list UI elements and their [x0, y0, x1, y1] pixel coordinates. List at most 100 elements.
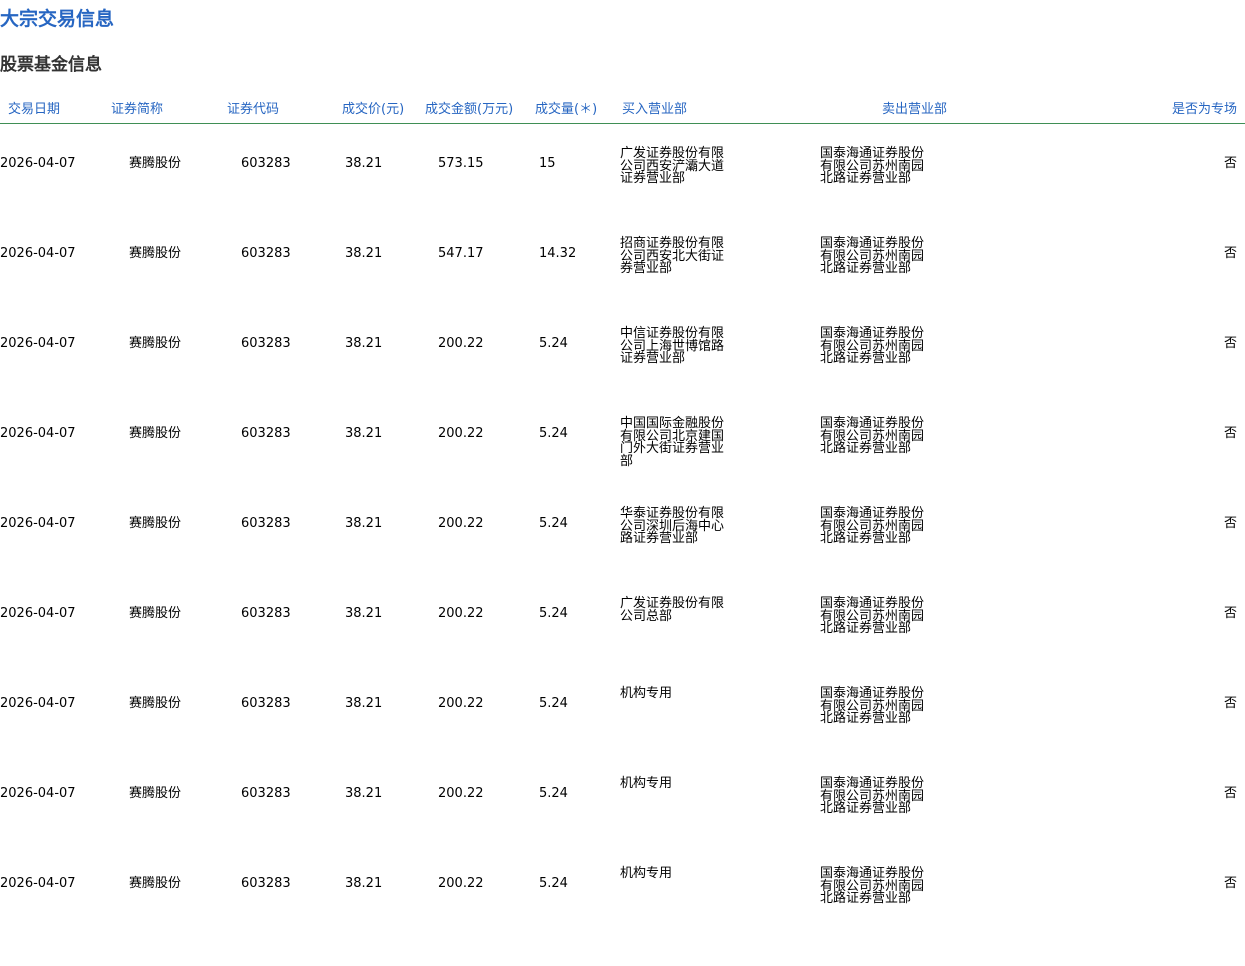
- cell-amount: 200.22: [438, 426, 484, 441]
- header-security-name[interactable]: 证券简称: [111, 98, 163, 117]
- cell-security-name: 赛腾股份: [129, 786, 182, 801]
- header-volume[interactable]: 成交量(＊): [535, 98, 597, 117]
- cell-price: 38.21: [345, 246, 383, 261]
- cell-seller: 国泰海通证券股份有限公司苏州南园北路证券营业部: [820, 326, 925, 366]
- cell-security-code: 603283: [241, 426, 291, 441]
- cell-security-code: 603283: [241, 786, 291, 801]
- header-security-code[interactable]: 证券代码: [227, 98, 279, 117]
- cell-trade-date: 2026-04-07: [0, 786, 76, 801]
- cell-security-name: 赛腾股份: [129, 336, 182, 351]
- cell-price: 38.21: [345, 606, 383, 621]
- table-row[interactable]: 2026-04-07 赛腾股份 603283 38.21 547.17 14.32 招商证券…: [0, 237, 1245, 336]
- cell-price: 38.21: [345, 696, 383, 711]
- cell-volume: 5.24: [539, 426, 568, 441]
- cell-security-name: 赛腾股份: [129, 516, 182, 531]
- cell-buyer: 中信证券股份有限公司上海世博馆路证券营业部: [620, 326, 725, 366]
- table-row[interactable]: 2026-04-07 赛腾股份 603283 38.21 200.22 5.24 机构专用 国…: [0, 777, 1245, 876]
- cell-seller: 国泰海通证券股份有限公司苏州南园北路证券营业部: [820, 506, 925, 546]
- cell-amount: 200.22: [438, 516, 484, 531]
- cell-security-name: 赛腾股份: [129, 156, 182, 171]
- cell-seller: 国泰海通证券股份有限公司苏州南园北路证券营业部: [820, 596, 925, 636]
- cell-security-name: 赛腾股份: [129, 246, 182, 261]
- cell-security-code: 603283: [241, 336, 291, 351]
- cell-buyer: 广发证券股份有限公司西安浐灞大道证券营业部: [620, 146, 725, 186]
- cell-trade-date: 2026-04-07: [0, 246, 76, 261]
- cell-volume: 5.24: [539, 876, 568, 891]
- header-special[interactable]: 是否为专场: [1172, 98, 1237, 117]
- cell-buyer: 机构专用: [620, 686, 673, 701]
- section-title: 股票基金信息: [0, 55, 102, 75]
- cell-volume: 5.24: [539, 786, 568, 801]
- cell-trade-date: 2026-04-07: [0, 516, 76, 531]
- cell-volume: 5.24: [539, 336, 568, 351]
- cell-special: 否: [1223, 516, 1237, 531]
- cell-security-name: 赛腾股份: [129, 426, 182, 441]
- cell-volume: 5.24: [539, 606, 568, 621]
- header-divider: [0, 123, 1245, 124]
- cell-price: 38.21: [345, 786, 383, 801]
- cell-price: 38.21: [345, 516, 383, 531]
- page-title: 大宗交易信息: [0, 8, 115, 30]
- table-row[interactable]: 2026-04-07 赛腾股份 603283 38.21 200.22 5.24 机构专用 国…: [0, 867, 1245, 966]
- header-seller[interactable]: 卖出营业部: [882, 98, 947, 117]
- cell-amount: 200.22: [438, 606, 484, 621]
- cell-security-name: 赛腾股份: [129, 876, 182, 891]
- cell-security-code: 603283: [241, 696, 291, 711]
- cell-amount: 200.22: [438, 696, 484, 711]
- cell-special: 否: [1223, 876, 1237, 891]
- cell-special: 否: [1223, 786, 1237, 801]
- header-price[interactable]: 成交价(元): [342, 98, 404, 117]
- cell-security-name: 赛腾股份: [129, 696, 182, 711]
- table-row[interactable]: 2026-04-07 赛腾股份 603283 38.21 200.22 5.24 机构专用 国…: [0, 687, 1245, 786]
- cell-volume: 5.24: [539, 696, 568, 711]
- table-row[interactable]: 2026-04-07 赛腾股份 603283 38.21 200.22 5.24 广发证券股…: [0, 597, 1245, 696]
- cell-special: 否: [1223, 426, 1237, 441]
- cell-trade-date: 2026-04-07: [0, 336, 76, 351]
- cell-price: 38.21: [345, 426, 383, 441]
- table-row[interactable]: 2026-04-07 赛腾股份 603283 38.21 200.22 5.24 中国国际金…: [0, 417, 1245, 516]
- cell-seller: 国泰海通证券股份有限公司苏州南园北路证券营业部: [820, 416, 925, 456]
- cell-special: 否: [1223, 336, 1237, 351]
- cell-special: 否: [1223, 246, 1237, 261]
- cell-special: 否: [1223, 156, 1237, 171]
- cell-volume: 5.24: [539, 516, 568, 531]
- cell-seller: 国泰海通证券股份有限公司苏州南园北路证券营业部: [820, 776, 925, 816]
- cell-buyer: 招商证券股份有限公司西安北大街证券营业部: [620, 236, 725, 276]
- cell-price: 38.21: [345, 156, 383, 171]
- cell-buyer: 机构专用: [620, 776, 673, 791]
- table-row[interactable]: 2026-04-07 赛腾股份 603283 38.21 573.15 15 广发证券股份有…: [0, 147, 1245, 246]
- cell-trade-date: 2026-04-07: [0, 696, 76, 711]
- cell-price: 38.21: [345, 336, 383, 351]
- cell-security-code: 603283: [241, 876, 291, 891]
- cell-amount: 200.22: [438, 336, 484, 351]
- cell-trade-date: 2026-04-07: [0, 876, 76, 891]
- cell-special: 否: [1223, 696, 1237, 711]
- cell-special: 否: [1223, 606, 1237, 621]
- header-buyer[interactable]: 买入营业部: [622, 98, 687, 117]
- cell-security-name: 赛腾股份: [129, 606, 182, 621]
- header-amount[interactable]: 成交金额(万元): [425, 98, 513, 117]
- cell-buyer: 广发证券股份有限公司总部: [620, 596, 725, 624]
- table-row[interactable]: 2026-04-07 赛腾股份 603283 38.21 200.22 5.24 华泰证券股…: [0, 507, 1245, 606]
- cell-amount: 200.22: [438, 786, 484, 801]
- cell-seller: 国泰海通证券股份有限公司苏州南园北路证券营业部: [820, 866, 925, 906]
- header-trade-date[interactable]: 交易日期: [8, 98, 60, 117]
- cell-volume: 14.32: [539, 246, 577, 261]
- cell-security-code: 603283: [241, 156, 291, 171]
- cell-trade-date: 2026-04-07: [0, 426, 76, 441]
- cell-security-code: 603283: [241, 606, 291, 621]
- cell-seller: 国泰海通证券股份有限公司苏州南园北路证券营业部: [820, 686, 925, 726]
- cell-price: 38.21: [345, 876, 383, 891]
- cell-seller: 国泰海通证券股份有限公司苏州南园北路证券营业部: [820, 146, 925, 186]
- cell-buyer: 中国国际金融股份有限公司北京建国门外大街证券营业部: [620, 416, 725, 469]
- cell-buyer: 华泰证券股份有限公司深圳后海中心路证券营业部: [620, 506, 725, 546]
- cell-security-code: 603283: [241, 516, 291, 531]
- table-row[interactable]: 2026-04-07 赛腾股份 603283 38.21 200.22 5.24 中信证券股…: [0, 327, 1245, 426]
- cell-buyer: 机构专用: [620, 866, 673, 881]
- cell-amount: 547.17: [438, 246, 484, 261]
- cell-trade-date: 2026-04-07: [0, 156, 76, 171]
- cell-amount: 573.15: [438, 156, 484, 171]
- cell-volume: 15: [539, 156, 556, 171]
- cell-seller: 国泰海通证券股份有限公司苏州南园北路证券营业部: [820, 236, 925, 276]
- cell-amount: 200.22: [438, 876, 484, 891]
